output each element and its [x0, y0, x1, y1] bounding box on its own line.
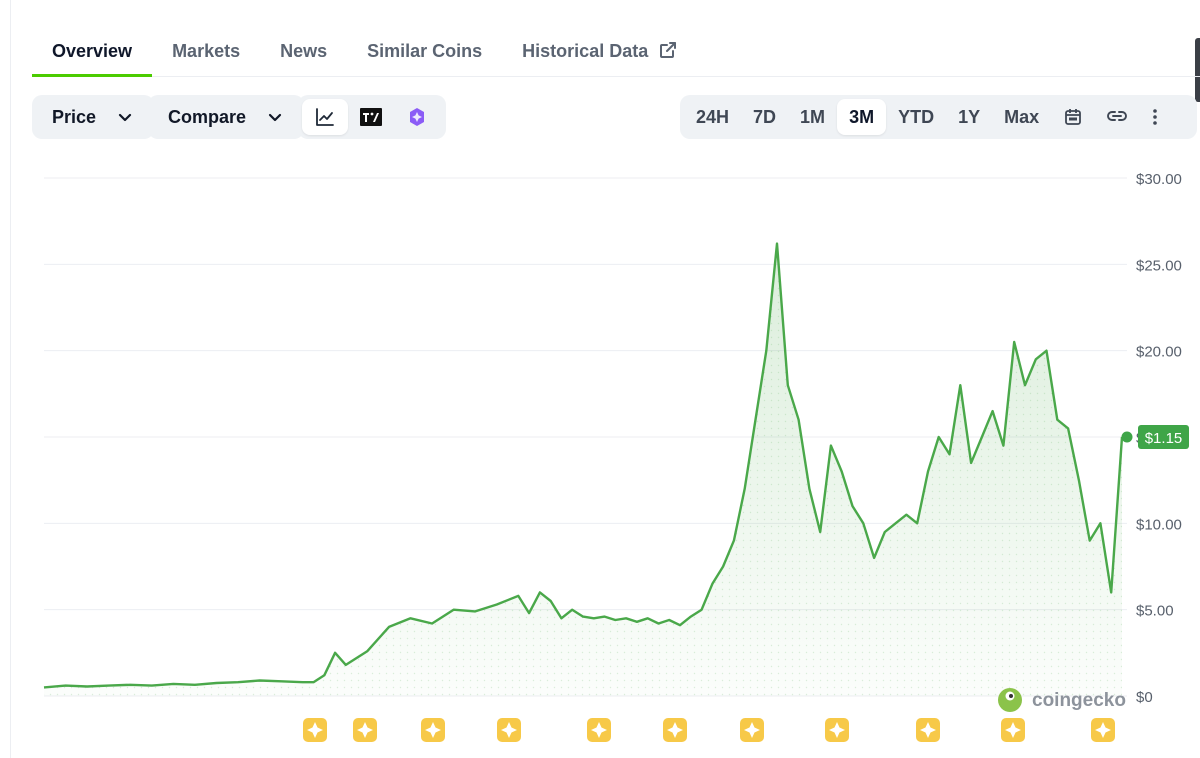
y-tick-label: $5.00 [1136, 603, 1174, 620]
event-marker[interactable] [825, 718, 849, 742]
price-area-dots [44, 243, 1122, 696]
y-tick-label: $20.00 [1136, 344, 1182, 361]
watermark-text: coingecko [1032, 690, 1126, 711]
event-marker[interactable] [663, 718, 687, 742]
event-marker[interactable] [353, 718, 377, 742]
y-tick-label: $30.00 [1136, 171, 1182, 188]
event-marker[interactable] [916, 718, 940, 742]
event-marker[interactable] [497, 718, 521, 742]
current-price-label: $1.15 [1145, 430, 1183, 447]
y-tick-label: $0 [1136, 689, 1153, 706]
current-price-dot [1121, 431, 1133, 443]
event-marker[interactable] [1001, 718, 1025, 742]
price-chart: $0$5.00$10.00$15.00$20.00$25.00$30.00 co… [43, 171, 1189, 742]
coingecko-watermark: coingecko [998, 688, 1126, 712]
y-tick-label: $10.00 [1136, 516, 1182, 533]
event-marker[interactable] [587, 718, 611, 742]
event-marker[interactable] [421, 718, 445, 742]
event-marker[interactable] [303, 718, 327, 742]
event-marker[interactable] [1091, 718, 1115, 742]
y-tick-label: $25.00 [1136, 257, 1182, 274]
event-marker[interactable] [740, 718, 764, 742]
coingecko-logo-pupil [1009, 694, 1013, 698]
